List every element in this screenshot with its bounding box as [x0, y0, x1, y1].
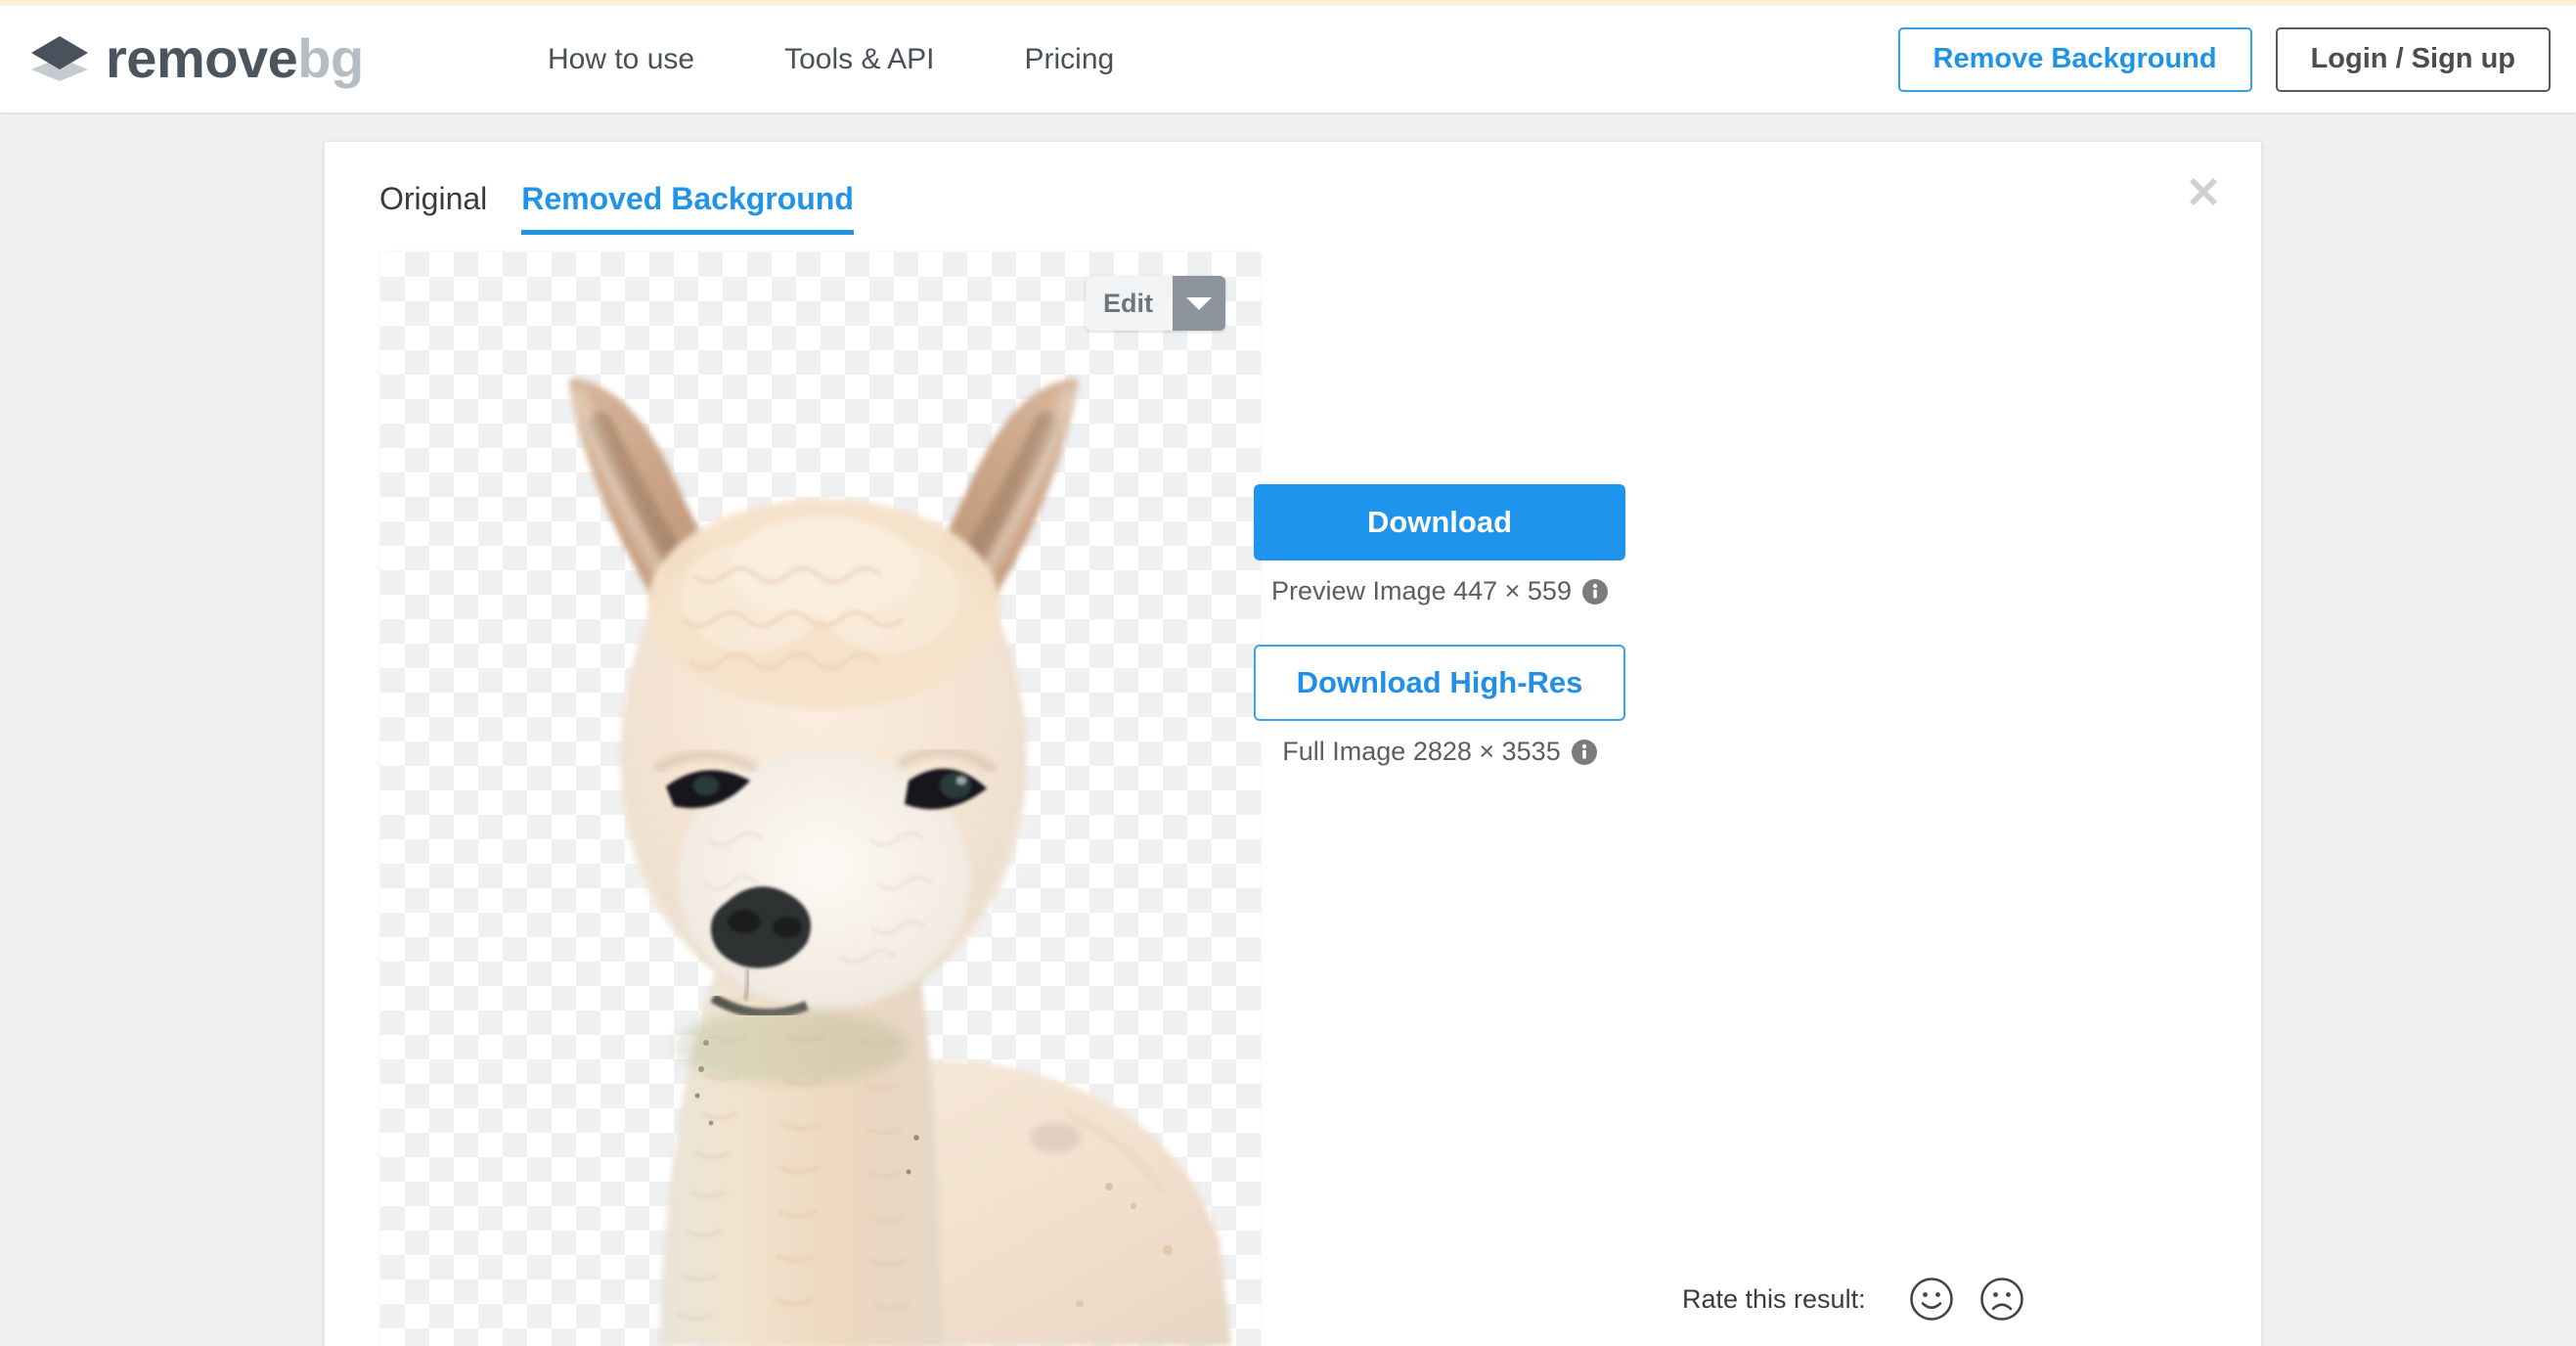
- brush-icon: [1086, 276, 1225, 331]
- full-size-label: Full Image 2828 × 3535: [1282, 737, 1561, 766]
- rating-label: Rate this result:: [1682, 1283, 1866, 1314]
- image-preview-panel[interactable]: Edit: [380, 252, 1261, 1346]
- smiley-sad-icon[interactable]: [1979, 1277, 2024, 1322]
- nav-pricing[interactable]: Pricing: [1025, 43, 1115, 76]
- main-navigation: How to use Tools & API Pricing: [548, 6, 1114, 112]
- remove-background-button[interactable]: Remove Background: [1897, 26, 2252, 92]
- logo-text-remove: remove: [106, 27, 298, 89]
- download-button[interactable]: Download: [1254, 484, 1625, 561]
- full-size-line: Full Image 2828 × 3535: [1195, 737, 1684, 767]
- login-signup-button[interactable]: Login / Sign up: [2275, 26, 2551, 92]
- page-root: removebg How to use Tools & API Pricing …: [0, 0, 2576, 1346]
- layers-diamond-icon: [31, 36, 88, 81]
- nav-tools-api[interactable]: Tools & API: [784, 43, 934, 76]
- tab-original[interactable]: Original: [379, 181, 487, 235]
- info-icon[interactable]: [1581, 578, 1608, 605]
- result-tabs: Original Removed Background: [379, 181, 854, 235]
- site-logo[interactable]: removebg: [27, 18, 364, 100]
- site-header: removebg How to use Tools & API Pricing …: [0, 6, 2576, 112]
- download-actions: Download Preview Image 447 × 559 Downloa…: [1195, 484, 1684, 767]
- close-icon[interactable]: [2181, 169, 2226, 214]
- logo-wordmark: removebg: [106, 31, 364, 86]
- smiley-happy-icon[interactable]: [1909, 1277, 1954, 1322]
- alpaca-portrait-image: [569, 378, 1231, 1346]
- tab-removed-background[interactable]: Removed Background: [521, 181, 854, 235]
- info-icon[interactable]: [1571, 739, 1597, 765]
- logo-text-bg: bg: [297, 27, 364, 89]
- rating-row: Rate this result:: [1682, 1277, 2024, 1322]
- nav-how-to-use[interactable]: How to use: [548, 43, 694, 76]
- edit-button-main[interactable]: Edit: [1086, 276, 1173, 331]
- preview-size-line: Preview Image 447 × 559: [1195, 576, 1684, 606]
- header-actions: Remove Background Login / Sign up: [1897, 6, 2551, 112]
- edit-button[interactable]: Edit: [1086, 276, 1225, 331]
- preview-size-label: Preview Image 447 × 559: [1271, 576, 1572, 606]
- rating-buttons: [1909, 1277, 2024, 1322]
- download-highres-button[interactable]: Download High-Res: [1254, 645, 1625, 721]
